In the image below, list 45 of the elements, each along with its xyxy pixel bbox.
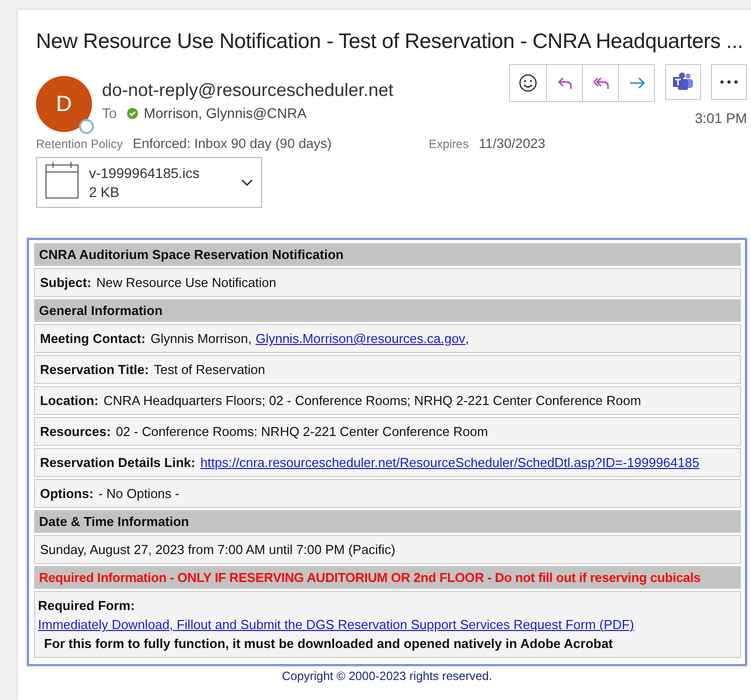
- chevron-down-icon[interactable]: [241, 178, 253, 186]
- sender-avatar: D: [36, 76, 92, 132]
- presence-icon: [79, 119, 94, 134]
- expires-date: 11/30/2023: [478, 136, 546, 151]
- date-time-text: Sunday, August 27, 2023 from 7:00 AM until 7:00 PM (Pacific): [34, 535, 741, 564]
- field-label: Reservation Details Link:: [40, 455, 196, 470]
- field-link[interactable]: Glynnis.Morrison@resources.ca.gov: [256, 331, 466, 346]
- copyright-text: Copyright © 2000-2023 rights reserved.: [280, 669, 494, 683]
- retention-label: Retention Policy: [36, 137, 123, 151]
- field-label: Required Form:: [38, 597, 136, 615]
- form-link[interactable]: Immediately Download, Fillout and Submit the DGS Reservation Support Services Request Form (PDF): [38, 615, 634, 634]
- field-value: Glynnis Morrison,: [150, 331, 252, 346]
- section-header: Date & Time Information: [34, 510, 741, 533]
- to-label: To: [102, 105, 117, 121]
- teams-icon: [672, 72, 694, 92]
- field-value: Test of Reservation: [154, 362, 266, 377]
- attachment-size: 2 KB: [89, 182, 120, 202]
- field-label: Resources:: [40, 424, 111, 439]
- section-header: CNRA Auditorium Space Reservation Notification: [34, 243, 741, 266]
- field-value: CNRA Headquarters Floors; 02 - Conference Rooms; NRHQ 2-221 Center Conference Room: [104, 393, 642, 408]
- expires-label: Expires: [428, 137, 469, 151]
- form-note: For this form to fully function, it must be downloaded and opened natively in Adobe Acrobat: [44, 635, 613, 653]
- field-value: - No Options -: [98, 486, 180, 501]
- field-label: Subject:: [40, 275, 92, 290]
- field-link[interactable]: https://cnra.resourcescheduler.net/ResourceScheduler/SchedDtl.asp?ID=-1999964185: [200, 455, 700, 470]
- field-value: 02 - Conference Rooms: NRHQ 2-221 Center Conference Room: [116, 424, 488, 439]
- recipient-name: Morrison, Glynnis@CNRA: [144, 105, 307, 121]
- teams-button[interactable]: [665, 64, 701, 100]
- attachment-name: v-1999964185.ics: [89, 164, 200, 182]
- sender-address: do-not-reply@resourcescheduler.net: [102, 80, 394, 101]
- warning-text: Required Information - ONLY IF RESERVING AUDITORIUM OR 2nd FLOOR - Do not fill out if reserving cubicals: [39, 570, 701, 585]
- field-suffix: ,: [465, 331, 469, 346]
- field-label: Options:: [40, 486, 94, 501]
- field-value: New Resource Use Notification: [96, 275, 276, 290]
- field-label: Meeting Contact:: [40, 331, 146, 346]
- attachment-card[interactable]: v-1999964185.ics 2 KB: [36, 157, 262, 208]
- received-time: 3:01 PM: [694, 110, 747, 126]
- more-icon: [720, 80, 738, 84]
- retention-value: Enforced: Inbox 90 day (90 days): [132, 136, 333, 151]
- calendar-icon: [45, 161, 79, 199]
- section-header: General Information: [34, 299, 741, 322]
- field-label: Reservation Title:: [40, 362, 149, 377]
- emoji-icon: [518, 73, 538, 93]
- field-label: Location:: [40, 393, 98, 408]
- email-subject: New Resource Use Notification - Test of Reservation - CNRA Headquarters ...: [36, 30, 744, 54]
